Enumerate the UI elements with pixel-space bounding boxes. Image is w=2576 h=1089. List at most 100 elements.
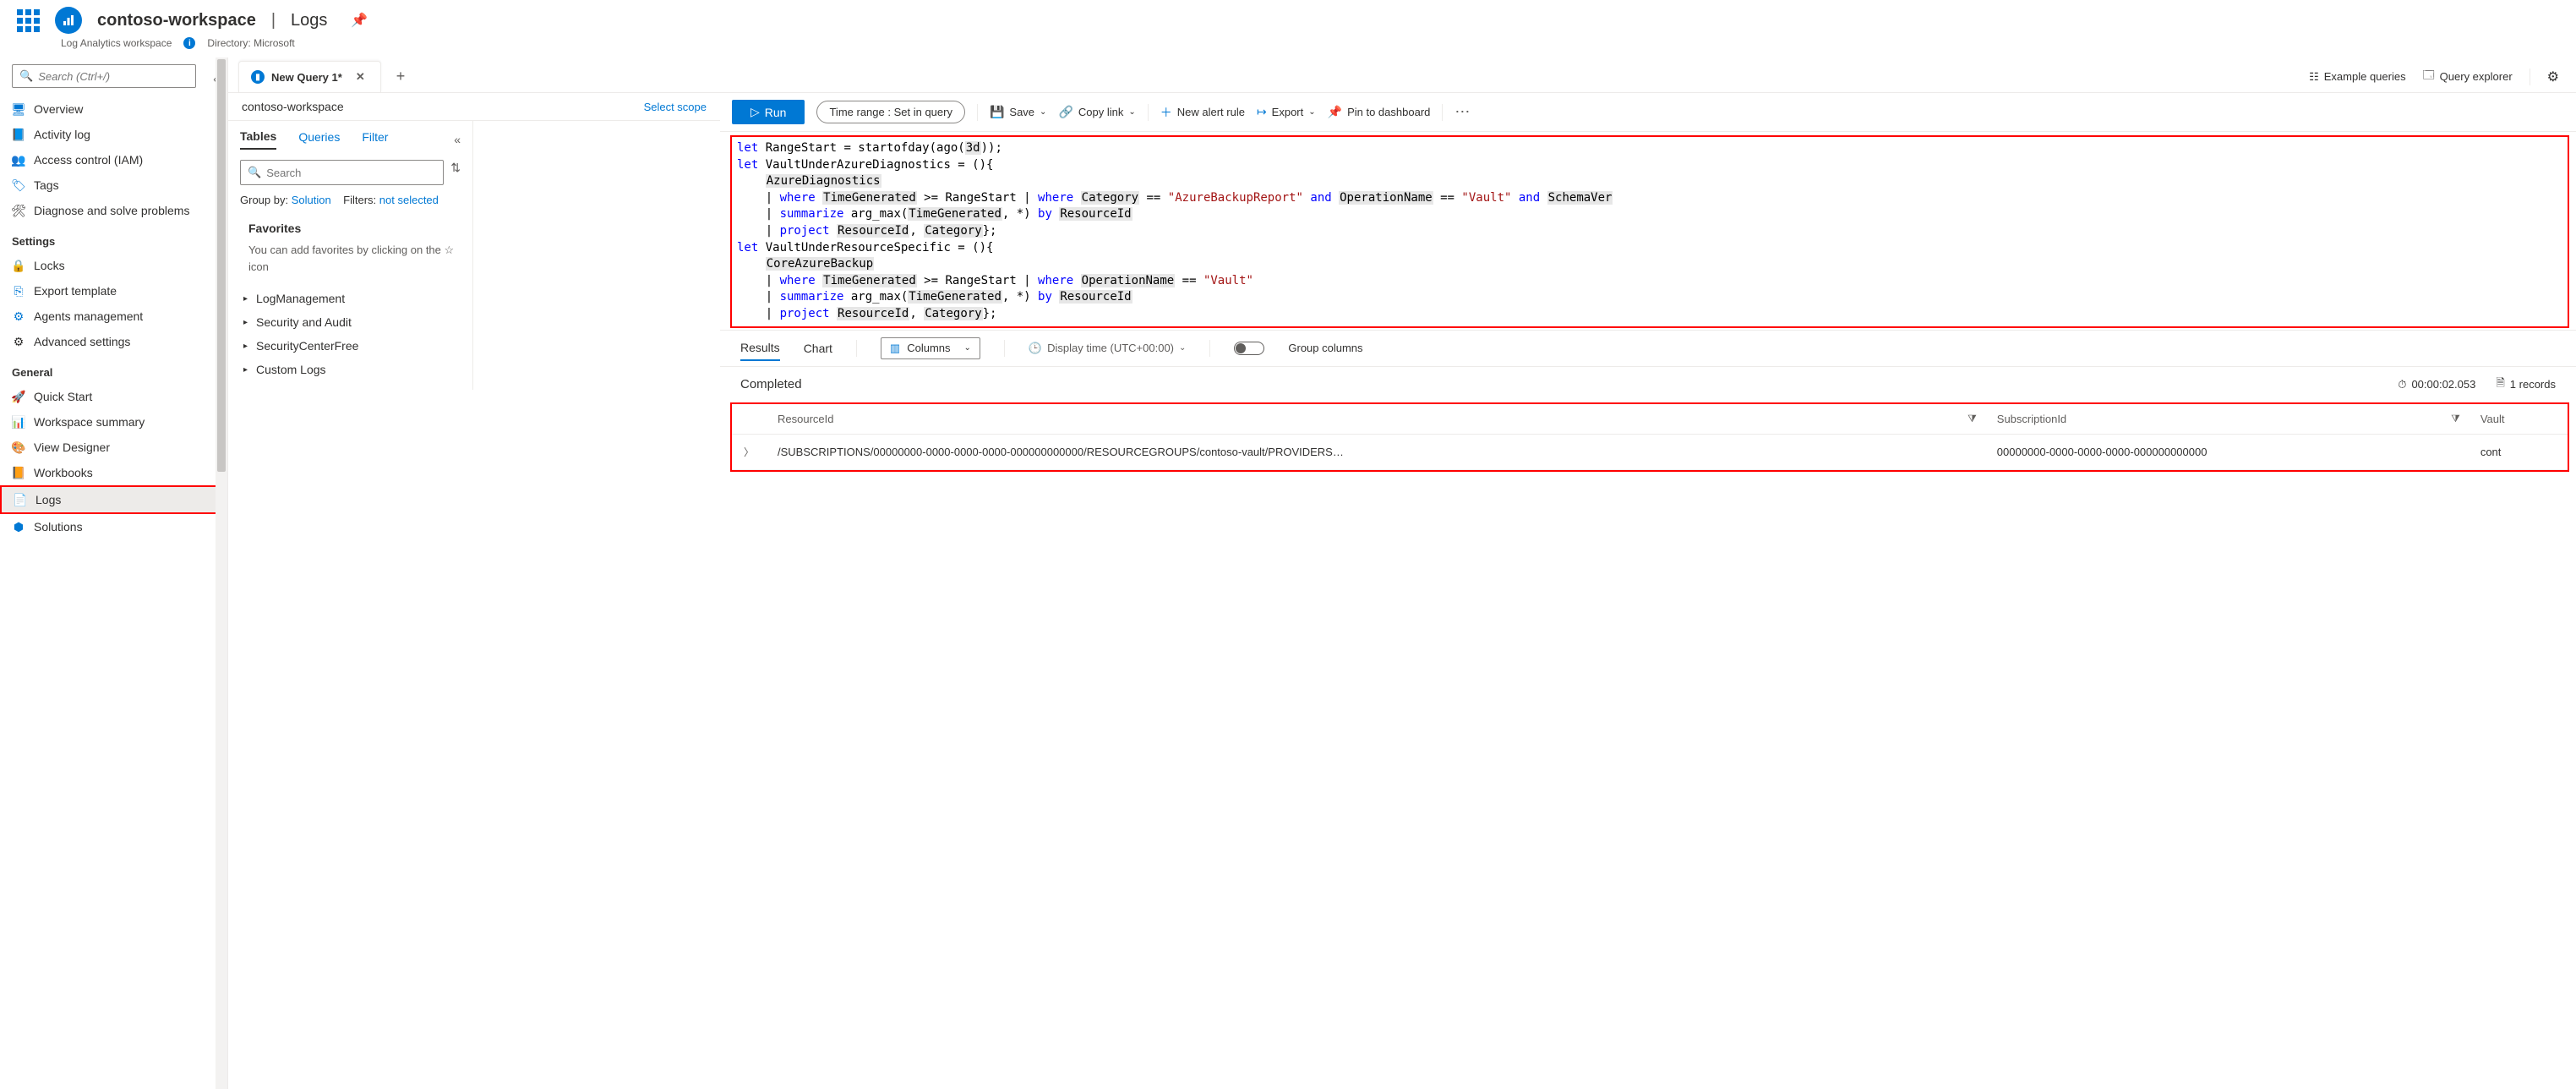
sidebar-item-locks[interactable]: 🔒Locks xyxy=(0,253,227,278)
groupby-value[interactable]: Solution xyxy=(292,194,331,206)
filter-icon[interactable]: ⧩ xyxy=(2451,413,2460,425)
settings-group-label: Settings xyxy=(0,223,227,253)
time-range-pill[interactable]: Time range : Set in query xyxy=(816,101,965,123)
sidebar-item-workspace-summary[interactable]: 📊Workspace summary xyxy=(0,409,227,435)
pin-dashboard-button[interactable]: 📌Pin to dashboard xyxy=(1328,105,1431,119)
add-tab-button[interactable]: + xyxy=(385,61,418,92)
title-separator: | xyxy=(266,11,281,30)
display-time[interactable]: 🕒Display time (UTC+00:00)⌄ xyxy=(1029,342,1186,355)
general-group-label: General xyxy=(0,354,227,384)
pin-icon: 📌 xyxy=(1328,105,1342,119)
sidebar-item-diagnose-and-solve-problems[interactable]: 🛠Diagnose and solve problems xyxy=(0,198,227,223)
table-row[interactable]: 〉 /SUBSCRIPTIONS/00000000-0000-0000-0000… xyxy=(732,434,2568,469)
info-icon[interactable]: i xyxy=(183,37,195,49)
favorites-desc: You can add favorites by clicking on the… xyxy=(240,242,461,275)
export-button[interactable]: ↦Export⌄ xyxy=(1257,105,1316,119)
query-tab-icon: ▮ xyxy=(251,70,265,84)
sidebar-item-overview[interactable]: 🖥Overview xyxy=(0,96,227,122)
nav-icon: 📙 xyxy=(12,466,25,479)
directory-label: Directory: Microsoft xyxy=(207,37,294,49)
chevron-down-icon: ⌄ xyxy=(1179,343,1186,353)
results-toolbar: Results Chart ▥ Columns ⌄ 🕒Display time … xyxy=(720,330,2576,367)
nav-icon: 📊 xyxy=(12,415,25,429)
filter-icon[interactable]: ⧩ xyxy=(1967,413,1977,425)
cell-vault: cont xyxy=(2469,434,2568,469)
close-tab-icon[interactable]: ✕ xyxy=(356,70,365,84)
sidebar-item-view-designer[interactable]: 🎨View Designer xyxy=(0,435,227,460)
status-label: Completed xyxy=(740,377,802,391)
panel-search-input[interactable] xyxy=(266,167,436,179)
query-explorer-link[interactable]: 🗔Query explorer xyxy=(2423,68,2513,86)
columns-button[interactable]: ▥ Columns ⌄ xyxy=(881,337,980,359)
query-editor-highlight: let RangeStart = startofday(ago(3d));let… xyxy=(730,135,2569,328)
group-columns-toggle[interactable] xyxy=(1234,342,1264,355)
filters-value[interactable]: not selected xyxy=(379,194,439,206)
waffle-icon xyxy=(17,9,40,32)
settings-gear-icon[interactable]: ⚙ xyxy=(2547,68,2559,85)
chevron-down-icon: ⌄ xyxy=(1128,107,1135,117)
sort-icon[interactable]: ⇅ xyxy=(450,161,461,175)
save-button[interactable]: 💾Save⌄ xyxy=(990,105,1046,119)
sidebar-search-input[interactable] xyxy=(38,70,188,83)
col-subscriptionid[interactable]: SubscriptionId⧩ xyxy=(1985,404,2469,435)
group-columns-label: Group columns xyxy=(1288,342,1362,354)
nav-icon: 🎨 xyxy=(12,441,25,454)
left-sidebar: 🔍 « 🖥Overview📘Activity log👥Access contro… xyxy=(0,57,228,1089)
workspace-logo-icon xyxy=(55,7,82,34)
sidebar-search[interactable]: 🔍 xyxy=(12,64,196,88)
sidebar-item-advanced-settings[interactable]: ⚙ Advanced settings xyxy=(0,329,227,354)
query-editor[interactable]: let RangeStart = startofday(ago(3d));let… xyxy=(732,137,2568,326)
cell-subscription: 00000000-0000-0000-0000-000000000000 xyxy=(1985,434,2469,469)
select-scope-link[interactable]: Select scope xyxy=(644,101,707,113)
nav-icon: ⬢ xyxy=(12,520,25,534)
chart-tab[interactable]: Chart xyxy=(804,337,832,360)
expand-row-icon[interactable]: 〉 xyxy=(732,434,766,469)
header-meta: Log Analytics workspace i Directory: Mic… xyxy=(0,37,2576,57)
plus-icon: ＋ xyxy=(1160,104,1172,121)
nav-icon: 🔒 xyxy=(12,259,25,272)
export-icon: ↦ xyxy=(1257,105,1267,119)
panel-collapse-icon[interactable]: « xyxy=(454,133,461,146)
copy-link-button[interactable]: 🔗Copy link⌄ xyxy=(1058,105,1135,119)
more-menu[interactable]: ⋯ xyxy=(1454,103,1471,121)
query-tab[interactable]: ▮ New Query 1* ✕ xyxy=(238,61,381,92)
sidebar-item-agents-management[interactable]: ⚙Agents management xyxy=(0,304,227,329)
nav-label: Workbooks xyxy=(34,466,93,479)
explorer-icon: 🗔 xyxy=(2423,68,2435,86)
tree-item-custom-logs[interactable]: Custom Logs xyxy=(240,358,461,381)
search-icon: 🔍 xyxy=(248,166,261,179)
sidebar-item-activity-log[interactable]: 📘Activity log xyxy=(0,122,227,147)
sidebar-scrollbar[interactable] xyxy=(216,57,227,1089)
tree-item-logmanagement[interactable]: LogManagement xyxy=(240,287,461,310)
sidebar-item-tags[interactable]: 🏷Tags xyxy=(0,172,227,198)
run-button[interactable]: ▷ Run xyxy=(732,100,805,124)
page-header: contoso-workspace | Logs 📌 xyxy=(0,0,2576,37)
nav-icon: ⚙ xyxy=(12,335,25,348)
nav-icon: 🏷 xyxy=(12,178,25,192)
query-toolbar: ▷ Run Time range : Set in query 💾Save⌄ 🔗… xyxy=(720,93,2576,132)
status-duration: ⏱00:00:02.053 xyxy=(2398,378,2475,391)
tree-item-security-and-audit[interactable]: Security and Audit xyxy=(240,310,461,334)
sidebar-item-access-control-iam-[interactable]: 👥Access control (IAM) xyxy=(0,147,227,172)
col-vault[interactable]: Vault xyxy=(2469,404,2568,435)
panel-tab-tables[interactable]: Tables xyxy=(240,129,276,150)
panel-tab-filter[interactable]: Filter xyxy=(362,130,388,149)
new-alert-button[interactable]: ＋New alert rule xyxy=(1160,104,1245,121)
nav-label: Agents management xyxy=(34,309,143,323)
sidebar-item-workbooks[interactable]: 📙 Workbooks xyxy=(0,460,227,485)
sidebar-item-quick-start[interactable]: 🚀Quick Start xyxy=(0,384,227,409)
example-queries-link[interactable]: ☷Example queries xyxy=(2309,70,2405,84)
sidebar-item-logs[interactable]: 📄Logs xyxy=(0,485,227,514)
play-icon: ▷ xyxy=(750,105,760,119)
nav-label: Advanced settings xyxy=(34,335,130,348)
sidebar-item-export-template[interactable]: ⎘Export template xyxy=(0,278,227,304)
col-resourceid[interactable]: ResourceId⧩ xyxy=(766,404,1985,435)
results-tab[interactable]: Results xyxy=(740,336,780,361)
pin-icon[interactable]: 📌 xyxy=(351,12,368,29)
nav-label: Quick Start xyxy=(34,390,92,403)
panel-search[interactable]: 🔍 xyxy=(240,160,444,185)
tree-item-securitycenterfree[interactable]: SecurityCenterFree xyxy=(240,334,461,358)
results-table: ResourceId⧩ SubscriptionId⧩ Vault 〉 /SUB… xyxy=(732,404,2568,470)
sidebar-item-solutions[interactable]: ⬢Solutions xyxy=(0,514,227,539)
panel-tab-queries[interactable]: Queries xyxy=(298,130,340,149)
